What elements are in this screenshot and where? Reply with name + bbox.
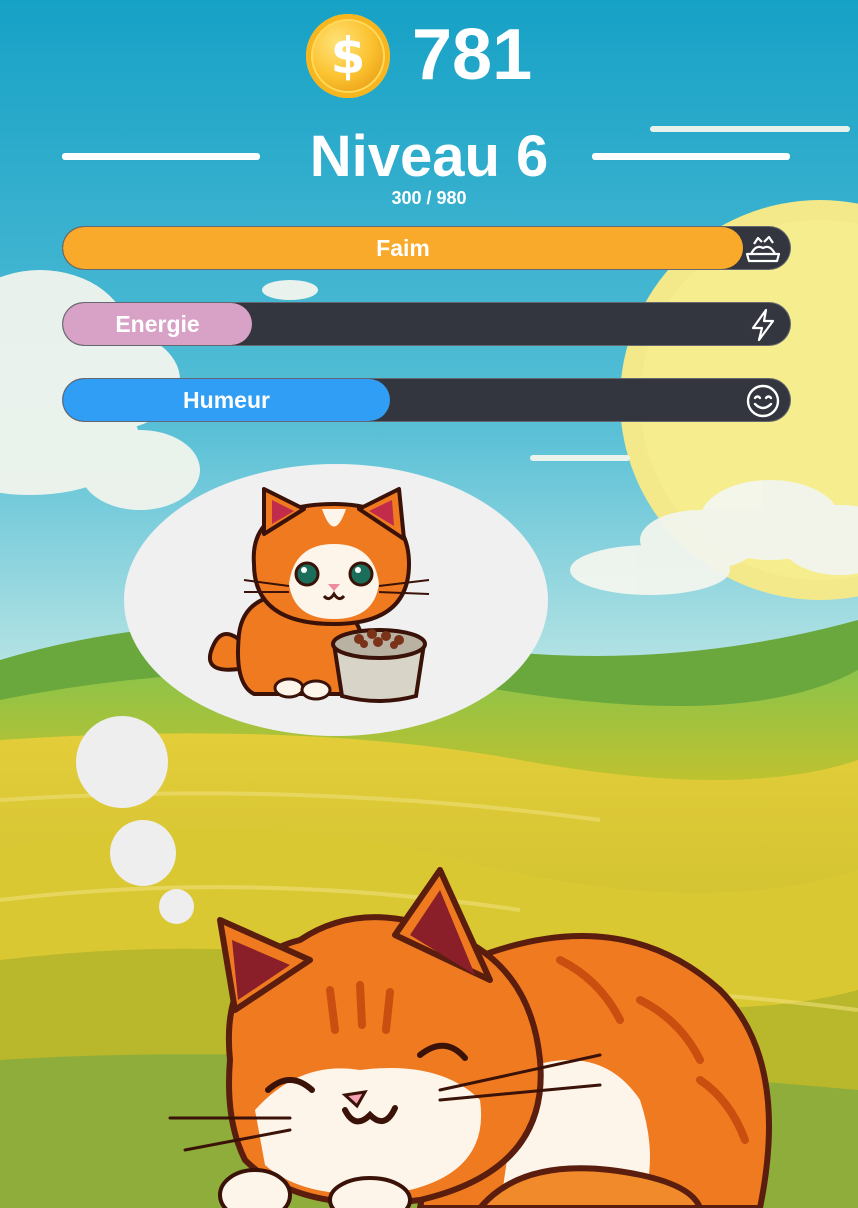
- thought-puff-large: [76, 716, 168, 808]
- thought-puff-small: [159, 889, 194, 924]
- food-bowl-icon: [745, 235, 781, 263]
- coin-counter: $ 781: [0, 12, 858, 98]
- hunger-bar-label: Faim: [376, 235, 430, 261]
- mood-bar[interactable]: Humeur: [62, 378, 791, 422]
- divider-right: [592, 153, 790, 160]
- energy-bar-label: Energie: [115, 311, 200, 337]
- hud: $ 781 Niveau 6 300 / 980 Faim Energie Hu…: [0, 0, 858, 440]
- hunger-bar[interactable]: Faim: [62, 226, 791, 270]
- energy-bar[interactable]: Energie: [62, 302, 791, 346]
- dollar-coin-icon: $: [306, 14, 390, 98]
- thought-bubble: [124, 464, 548, 736]
- level-header: Niveau 6: [0, 122, 858, 192]
- level-progress-text: 300 / 980: [391, 188, 467, 208]
- thought-puff-medium: [110, 820, 176, 886]
- coin-symbol: $: [330, 27, 366, 85]
- mood-bar-label: Humeur: [183, 387, 270, 413]
- smiley-icon: [746, 384, 780, 418]
- lightning-icon: [751, 308, 775, 342]
- cat-with-food-bowl-icon: [207, 487, 430, 703]
- coin-count: 781: [412, 15, 533, 95]
